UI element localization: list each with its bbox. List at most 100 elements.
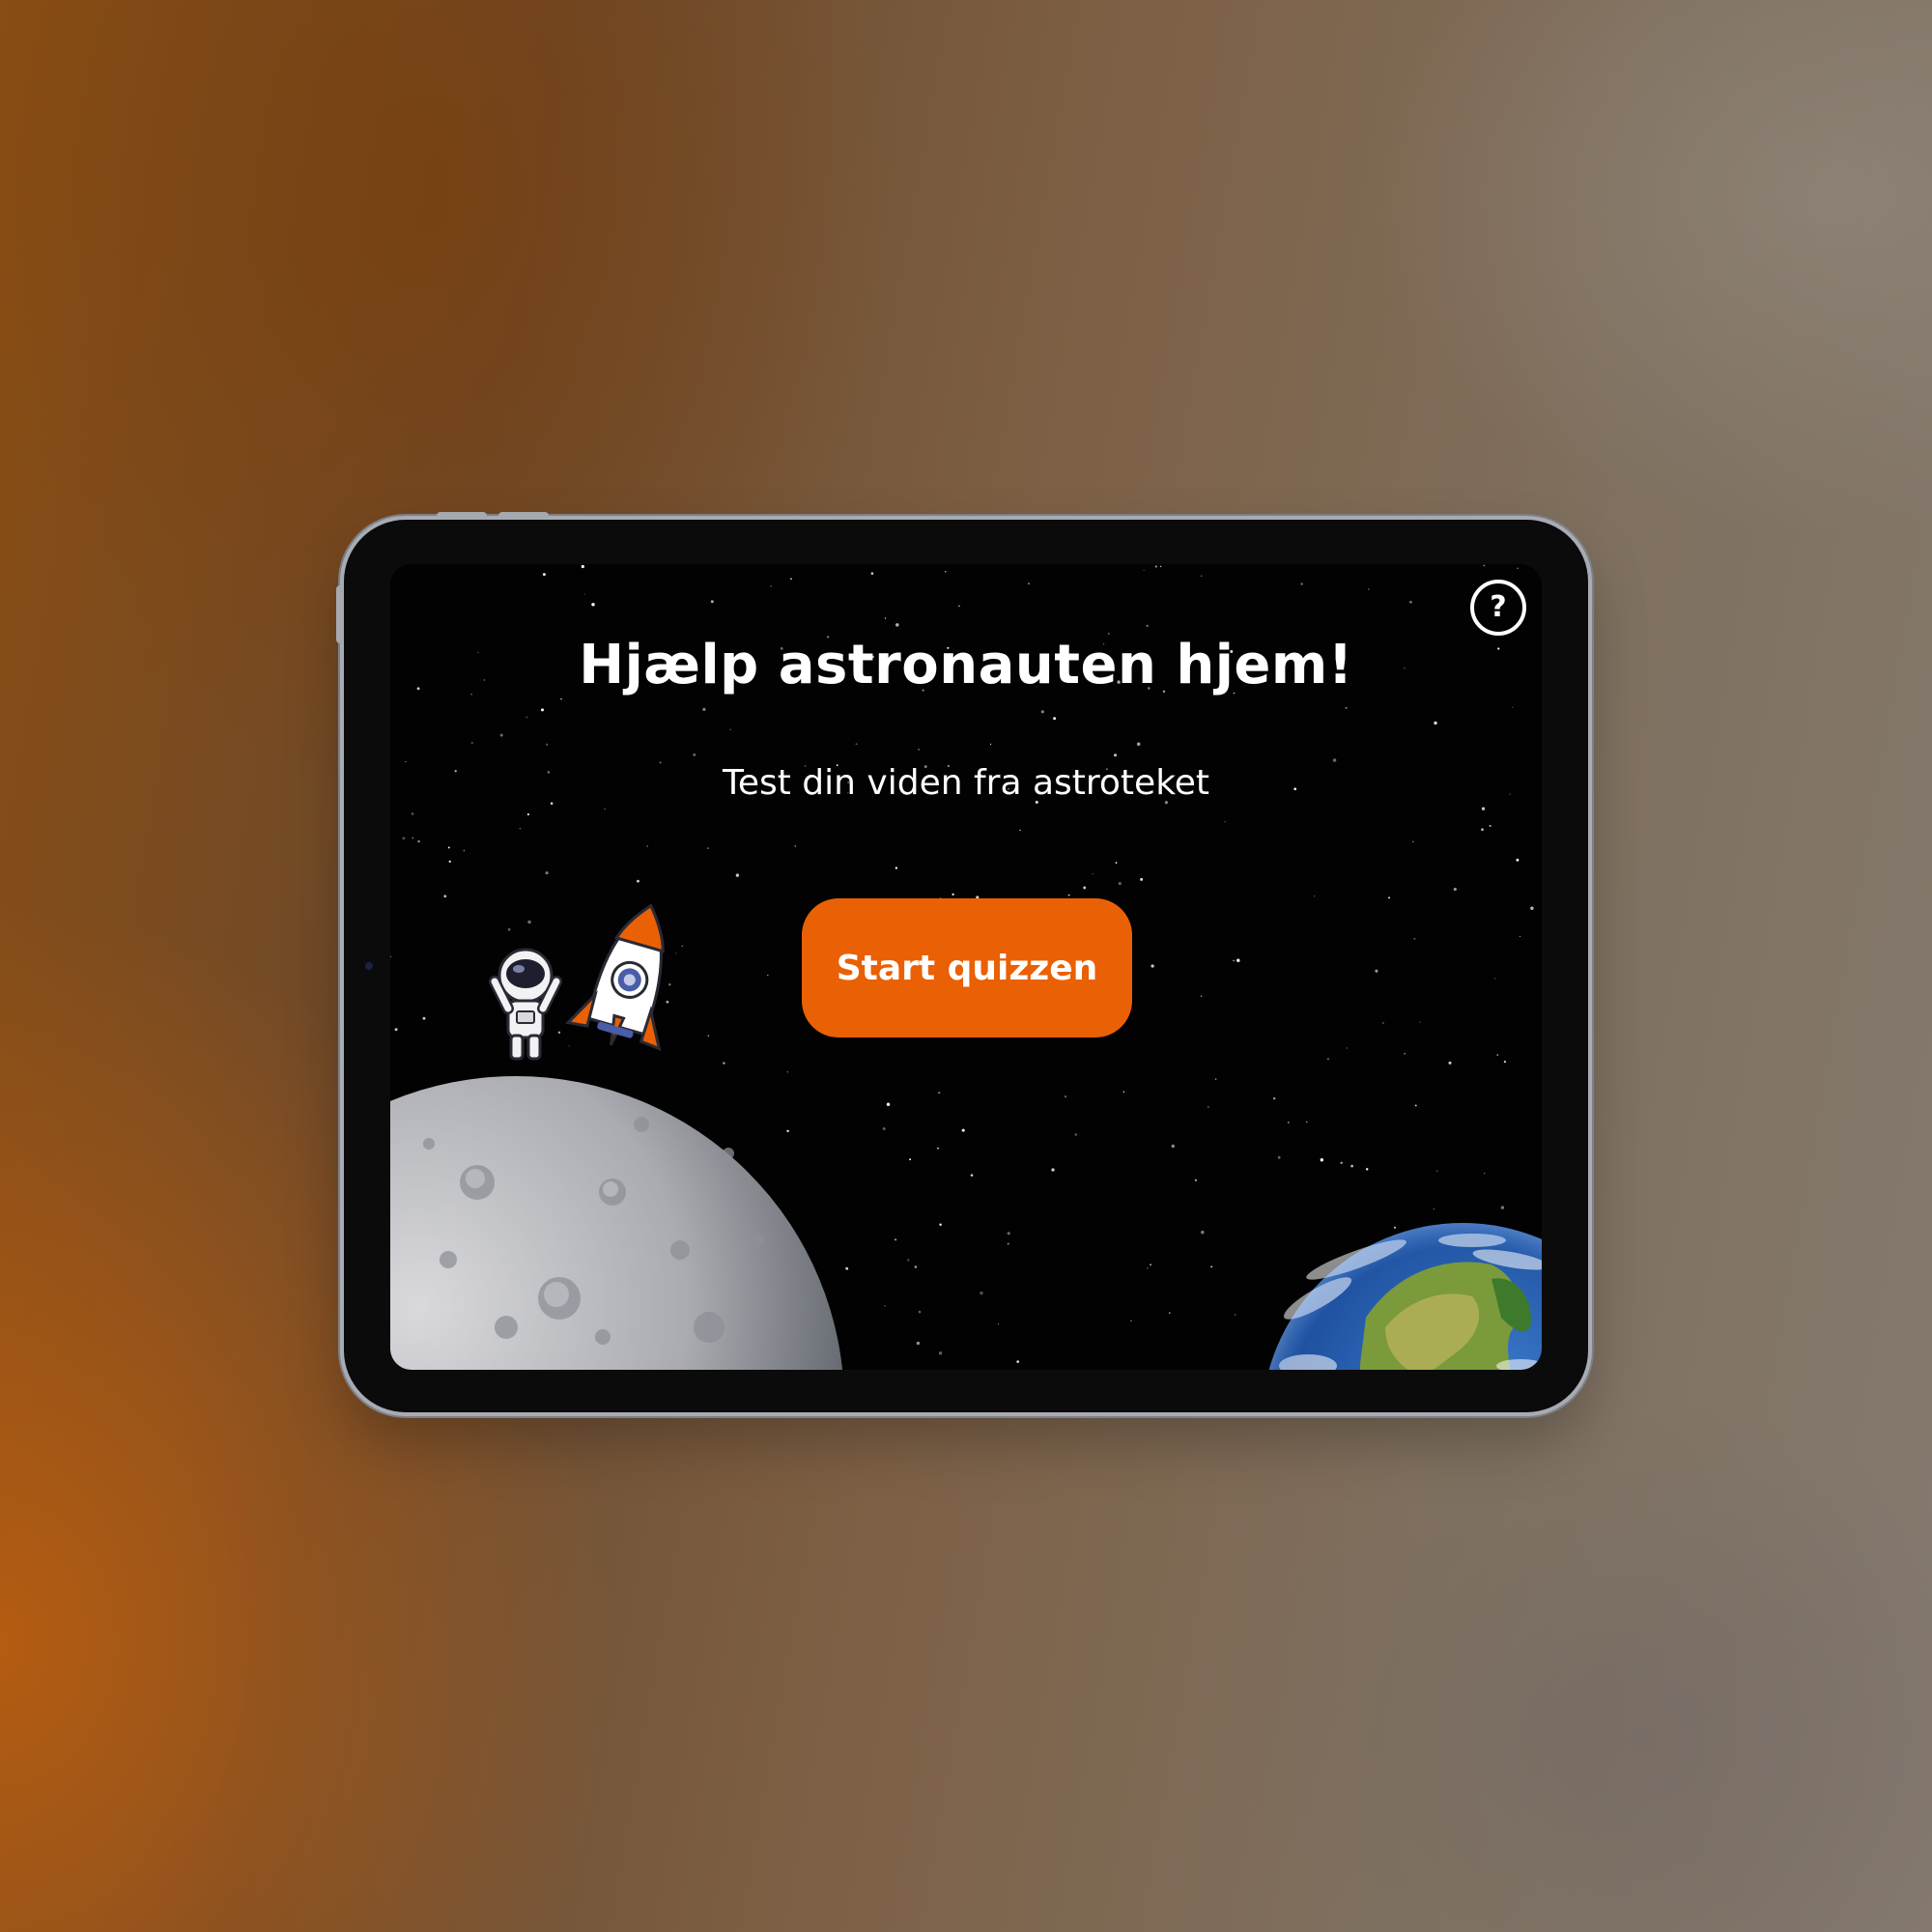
star xyxy=(1277,1155,1281,1159)
star xyxy=(1113,753,1118,757)
star xyxy=(1136,742,1141,747)
star xyxy=(1340,1161,1343,1164)
star xyxy=(1273,1097,1276,1100)
star xyxy=(1083,886,1087,890)
star xyxy=(1151,964,1154,968)
star xyxy=(673,1171,675,1173)
star xyxy=(790,578,792,581)
star xyxy=(1074,1133,1078,1136)
star xyxy=(675,952,677,954)
star xyxy=(1388,896,1390,899)
star xyxy=(914,1265,918,1268)
star xyxy=(740,1293,744,1297)
page-title: Hjælp astronauten hjem! xyxy=(579,634,1353,696)
star xyxy=(1368,1278,1372,1282)
app-screen: Hjælp astronauten hjem! Test din viden f… xyxy=(390,564,1542,1370)
star xyxy=(1489,824,1492,828)
star xyxy=(884,1305,886,1307)
star xyxy=(1154,565,1158,568)
star xyxy=(1051,1168,1055,1172)
star xyxy=(1053,717,1057,721)
star xyxy=(870,572,874,575)
star xyxy=(1345,706,1348,709)
star xyxy=(1481,807,1486,810)
star xyxy=(448,860,451,863)
help-button[interactable]: ? xyxy=(1470,580,1526,636)
star xyxy=(1122,1091,1125,1093)
star xyxy=(393,1350,396,1354)
star xyxy=(535,1149,539,1153)
star xyxy=(693,753,696,756)
star xyxy=(1375,969,1378,973)
star xyxy=(443,895,447,898)
star xyxy=(770,585,772,587)
star xyxy=(1404,1053,1406,1055)
star xyxy=(394,1028,398,1032)
star xyxy=(938,1351,943,1355)
star xyxy=(702,1211,707,1215)
star xyxy=(1516,858,1520,862)
star xyxy=(1414,1104,1417,1107)
star xyxy=(604,809,606,810)
star xyxy=(1503,1060,1507,1064)
star xyxy=(581,564,584,569)
star xyxy=(1514,1355,1517,1358)
star xyxy=(1224,821,1226,823)
star xyxy=(494,1160,497,1164)
star xyxy=(1350,1164,1353,1168)
star xyxy=(707,1035,710,1037)
star xyxy=(1092,872,1094,875)
star xyxy=(791,1271,795,1275)
question-circle-icon: ? xyxy=(1490,590,1507,624)
star xyxy=(438,1196,442,1201)
star xyxy=(1236,958,1240,963)
star xyxy=(916,1341,921,1346)
star xyxy=(845,1266,849,1270)
star xyxy=(938,1092,941,1094)
star xyxy=(699,1179,703,1184)
star xyxy=(1433,1208,1435,1210)
star xyxy=(909,1158,912,1161)
star xyxy=(584,1204,587,1208)
star xyxy=(447,846,450,849)
star xyxy=(1300,582,1303,585)
star xyxy=(1214,1078,1217,1080)
star xyxy=(1326,1058,1330,1061)
star xyxy=(1456,1256,1460,1260)
star xyxy=(1147,1267,1149,1269)
star xyxy=(1150,1264,1151,1265)
star xyxy=(749,1221,752,1224)
star xyxy=(1007,1242,1009,1245)
star xyxy=(666,1000,669,1004)
star xyxy=(1233,959,1235,962)
volume-button xyxy=(498,512,549,520)
star xyxy=(696,1334,698,1336)
star xyxy=(526,813,529,816)
star xyxy=(961,1128,965,1132)
star xyxy=(1332,758,1337,762)
star xyxy=(568,1045,570,1047)
star xyxy=(507,927,511,931)
star xyxy=(1210,1265,1213,1268)
star xyxy=(1483,564,1486,567)
star xyxy=(402,837,406,840)
start-quiz-button[interactable]: Start quizzen xyxy=(802,898,1132,1037)
star xyxy=(1064,1095,1067,1098)
star xyxy=(471,742,473,744)
star xyxy=(895,867,898,869)
star xyxy=(1320,1158,1323,1162)
star xyxy=(649,1018,653,1021)
star xyxy=(1140,877,1144,881)
star xyxy=(1500,1206,1505,1209)
star xyxy=(1201,995,1203,997)
star xyxy=(907,1259,910,1262)
star xyxy=(1235,1314,1236,1316)
star xyxy=(1169,1312,1171,1314)
star xyxy=(1394,1226,1396,1229)
star xyxy=(1115,862,1118,864)
star xyxy=(729,728,731,730)
star xyxy=(390,955,392,958)
star xyxy=(728,1368,730,1370)
star xyxy=(1171,1144,1175,1149)
star xyxy=(637,879,639,883)
